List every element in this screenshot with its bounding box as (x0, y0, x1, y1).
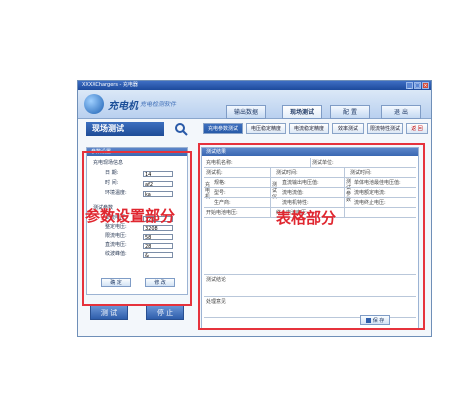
table-highlight-box (198, 143, 425, 330)
page-title: 现场测试 (86, 122, 164, 136)
nav-exit[interactable]: 退 出 (381, 105, 421, 119)
window-title: XXXXChargers - 充电器 (82, 82, 138, 88)
tab-voltage-accuracy[interactable]: 电压稳定精度 (246, 123, 286, 134)
page-bar: 现场测试 充电参数测试 电压稳定精度 电流稳定精度 效率测试 限流特性测试 返 … (78, 119, 431, 136)
maximize-button[interactable]: □ (414, 82, 421, 89)
params-highlight-box (82, 151, 192, 306)
minimize-button[interactable]: _ (406, 82, 413, 89)
close-button[interactable]: × (422, 82, 429, 89)
annotation-table: 表格部分 (276, 209, 337, 227)
tab-charge-params[interactable]: 充电参数测试 (203, 123, 243, 134)
logo-text: 充电机 (108, 101, 138, 112)
search-icon[interactable] (174, 122, 188, 136)
logo-icon (84, 94, 104, 114)
annotation-params: 参数设置部分 (85, 207, 176, 225)
tab-back[interactable]: 返 回 (406, 123, 428, 134)
nav-output-data[interactable]: 输出数据 (226, 105, 266, 119)
tab-efficiency[interactable]: 效率测试 (332, 123, 364, 134)
title-bar: XXXXChargers - 充电器 _ □ × (78, 81, 431, 90)
logo-subtitle: 充电检测软件 (140, 101, 177, 108)
app-header: 充电机 充电检测软件 输出数据 现场测试 配 置 退 出 (78, 90, 431, 119)
nav-config[interactable]: 配 置 (330, 105, 370, 119)
tab-current-accuracy[interactable]: 电流稳定精度 (289, 123, 329, 134)
test-button[interactable]: 测 试 (90, 305, 128, 320)
nav-field-test[interactable]: 现场测试 (282, 105, 322, 119)
stop-button[interactable]: 停 止 (146, 305, 184, 320)
tab-current-limit[interactable]: 限流特性测试 (367, 123, 403, 134)
